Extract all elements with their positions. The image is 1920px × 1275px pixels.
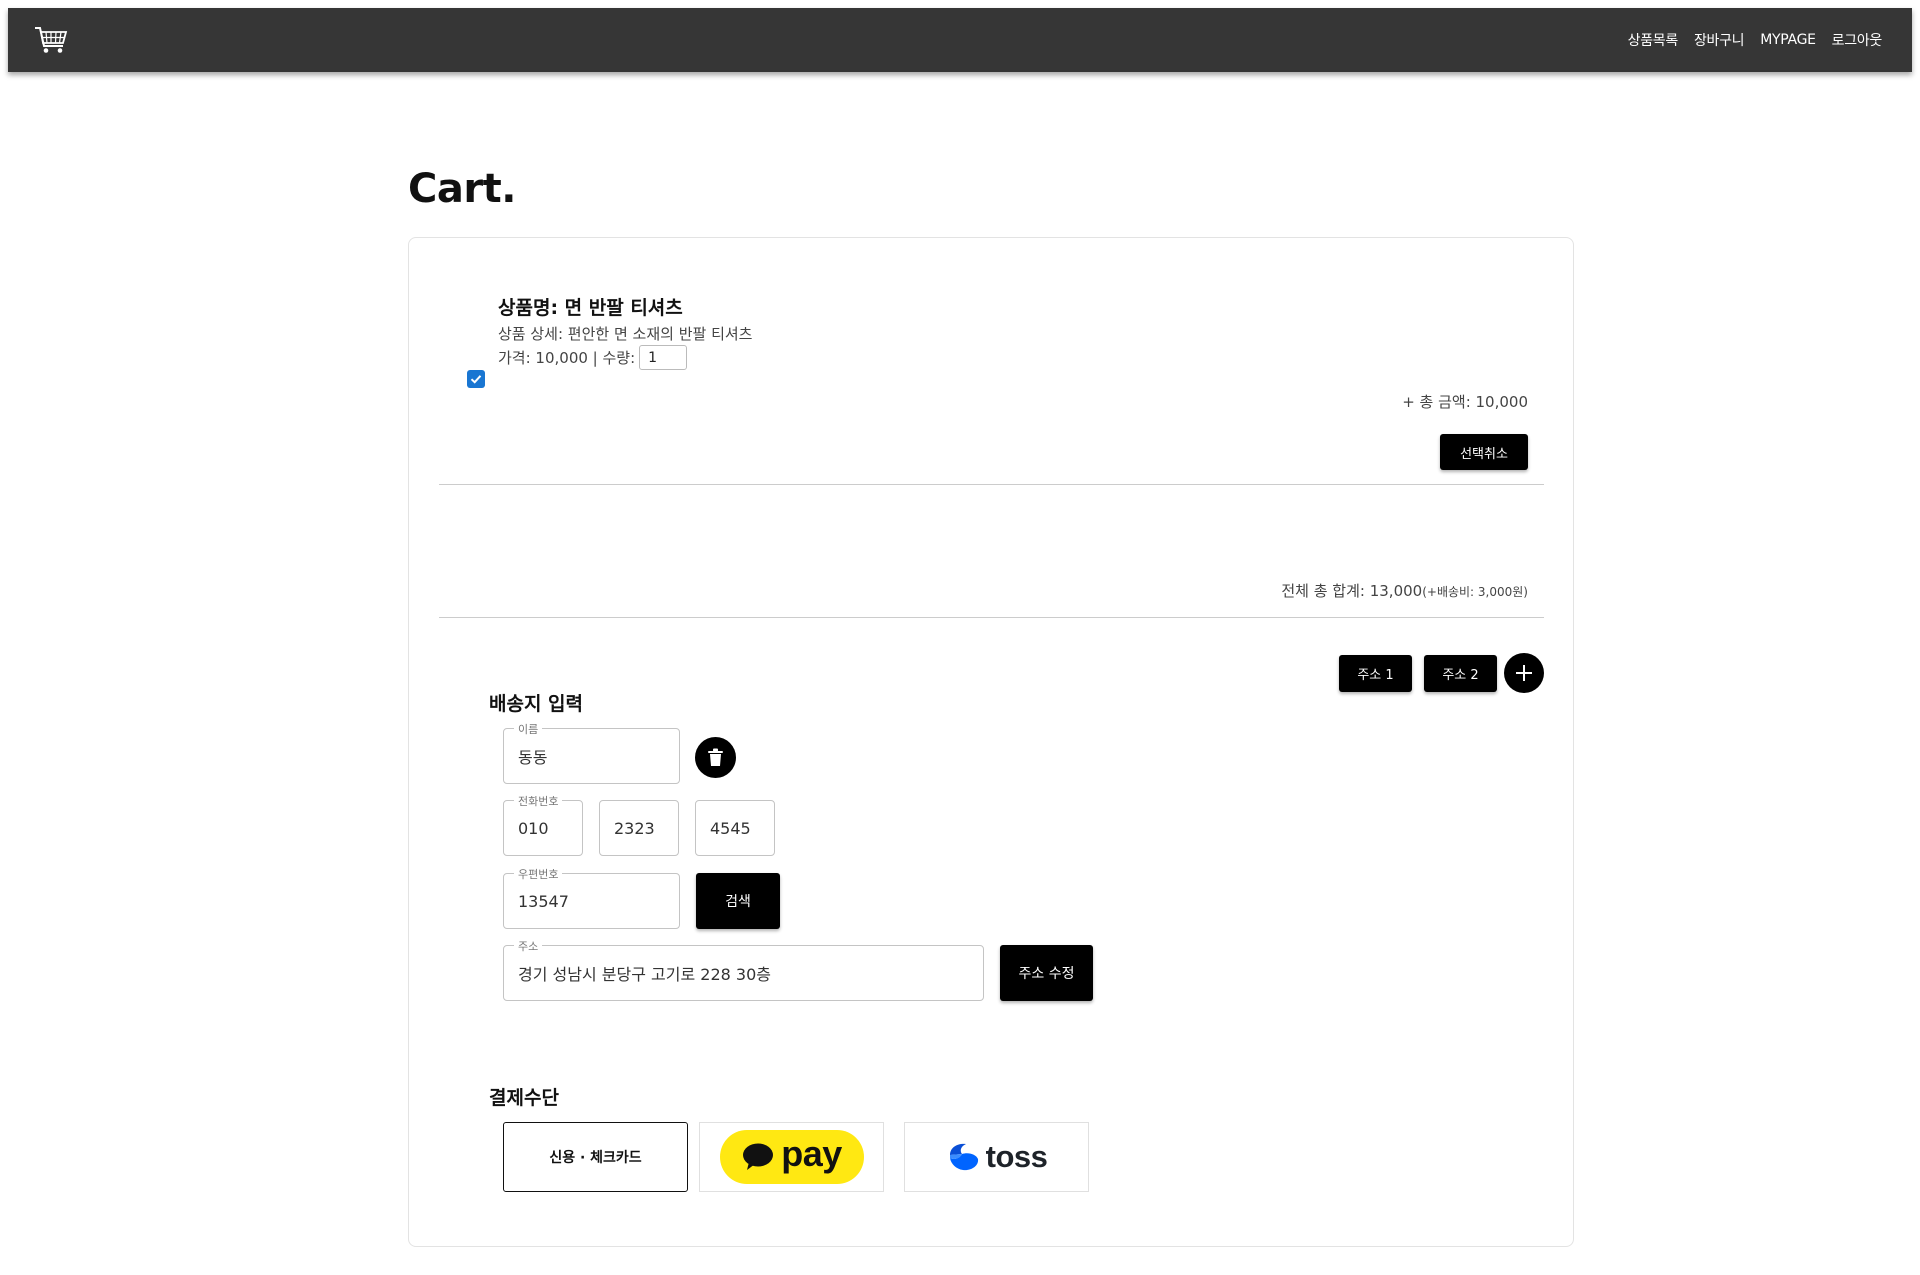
item-total: + 총 금액: 10,000 <box>1402 393 1528 411</box>
kakaopay-text: pay <box>781 1133 842 1174</box>
nav-product-list-link[interactable]: 상품목록 <box>1628 30 1679 50</box>
toss-text: toss <box>985 1139 1048 1174</box>
grand-total: 전체 총 합계: 13,000(+배송비: 3,000원) <box>1281 580 1528 601</box>
payment-section-title: 결제수단 <box>489 1087 559 1109</box>
deselect-button[interactable]: 선택취소 <box>1440 434 1528 470</box>
trash-icon <box>708 748 723 766</box>
phone-field-2[interactable] <box>599 800 679 856</box>
nav-mypage-link[interactable]: MYPAGE <box>1760 32 1816 48</box>
phone-field-1[interactable]: 전화번호 <box>503 793 583 856</box>
cart-card: 상품명: 면 반팔 티셔츠 상품 상세: 편안한 면 소재의 반팔 티셔츠 가격… <box>408 237 1574 1247</box>
delete-address-button[interactable] <box>695 737 736 778</box>
check-icon <box>470 375 482 384</box>
pay-credit-card-option[interactable]: 신용 · 체크카드 <box>503 1122 688 1192</box>
name-field[interactable]: 이름 <box>503 721 680 784</box>
phone-input-1[interactable] <box>504 801 582 855</box>
credit-card-label: 신용 · 체크카드 <box>549 1150 642 1166</box>
phone-input-3[interactable] <box>696 801 774 855</box>
edit-address-button[interactable]: 주소 수정 <box>1000 945 1093 1001</box>
zipcode-field[interactable]: 우편번호 <box>503 866 680 929</box>
zipcode-field-label: 우편번호 <box>514 866 563 882</box>
page-title: Cart. <box>408 166 516 212</box>
product-price-row: 가격: 10,000 | 수량: <box>498 345 688 370</box>
pay-toss-option[interactable]: toss <box>904 1122 1089 1192</box>
product-price-label: 가격: 10,000 | 수량: <box>498 349 636 367</box>
address-input[interactable] <box>504 946 983 1000</box>
pay-kakao-option[interactable]: pay <box>699 1122 884 1192</box>
phone-field-3[interactable] <box>695 800 775 856</box>
product-name: 상품명: 면 반팔 티셔츠 <box>498 297 683 319</box>
shipping-section-title: 배송지 입력 <box>489 693 584 715</box>
item-select-checkbox[interactable] <box>467 370 485 388</box>
name-field-label: 이름 <box>514 721 543 737</box>
address-2-button[interactable]: 주소 2 <box>1424 655 1497 692</box>
address-field[interactable]: 주소 <box>503 938 984 1001</box>
product-description: 상품 상세: 편안한 면 소재의 반팔 티셔츠 <box>498 325 753 343</box>
toss-logo-icon <box>949 1143 978 1171</box>
grand-total-value: 전체 총 합계: 13,000 <box>1281 582 1423 600</box>
name-input[interactable] <box>504 729 679 783</box>
main-nav: 상품목록 장바구니 MYPAGE 로그아웃 <box>1628 8 1883 72</box>
nav-cart-link[interactable]: 장바구니 <box>1694 30 1745 50</box>
shopping-cart-icon[interactable] <box>32 22 72 58</box>
top-navbar: 상품목록 장바구니 MYPAGE 로그아웃 <box>8 8 1912 72</box>
zipcode-search-button[interactable]: 검색 <box>696 873 780 929</box>
kakaopay-logo: pay <box>719 1130 864 1184</box>
shipping-fee-note: (+배송비: 3,000원) <box>1422 585 1528 599</box>
speech-bubble-icon <box>743 1143 774 1170</box>
divider <box>439 617 1544 618</box>
phone-field-label: 전화번호 <box>514 793 563 809</box>
quantity-input[interactable] <box>639 345 688 370</box>
nav-logout-link[interactable]: 로그아웃 <box>1832 30 1883 50</box>
zipcode-input[interactable] <box>504 874 679 928</box>
divider <box>439 484 1544 485</box>
add-address-button[interactable] <box>1504 653 1544 693</box>
address-1-button[interactable]: 주소 1 <box>1339 655 1412 692</box>
address-field-label: 주소 <box>514 938 543 954</box>
phone-input-2[interactable] <box>600 801 678 855</box>
